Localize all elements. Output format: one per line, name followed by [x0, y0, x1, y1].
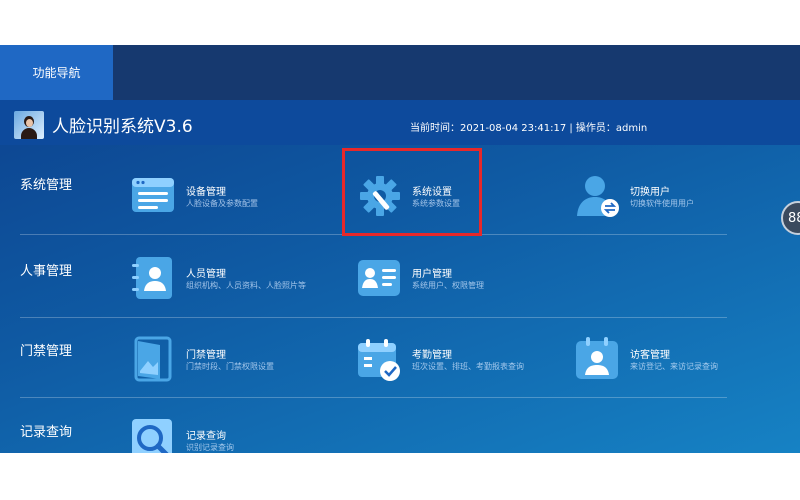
tile-device-management[interactable]: 设备管理 人脸设备及参数配置	[130, 172, 330, 222]
tile-title: 设备管理	[186, 187, 226, 198]
visitor-icon	[576, 337, 618, 379]
selection-highlight-box	[342, 148, 482, 236]
category-record-query: 记录查询	[20, 425, 73, 440]
tile-subtitle: 来访登记、来访记录查询	[630, 362, 718, 371]
app-window: 功能导航 人脸识别系统V3.6 当前时间：2021-08-04 23:41:17…	[0, 45, 800, 453]
tile-access-control[interactable]: 门禁管理 门禁时段、门禁权限设置	[130, 335, 330, 385]
attendance-calendar-icon	[358, 339, 400, 381]
contacts-icon	[132, 257, 172, 299]
tile-title: 人员管理	[186, 269, 226, 280]
divider	[20, 397, 727, 398]
tile-subtitle: 组织机构、人员资料、人脸照片等	[186, 281, 306, 290]
device-icon	[132, 178, 174, 212]
tile-subtitle: 识别记录查询	[186, 443, 234, 452]
tile-title: 访客管理	[630, 350, 670, 361]
tile-subtitle: 门禁时段、门禁权限设置	[186, 362, 274, 371]
tile-personnel-management[interactable]: 人员管理 组织机构、人员资料、人脸照片等	[130, 254, 330, 304]
id-card-icon	[358, 260, 400, 296]
category-system-management: 系统管理	[20, 178, 73, 193]
tile-title: 考勤管理	[412, 350, 452, 361]
tile-attendance-management[interactable]: 考勤管理 班次设置、排班、考勤报表查询	[356, 335, 556, 385]
tile-subtitle: 班次设置、排班、考勤报表查询	[412, 362, 524, 371]
system-title: 人脸识别系统V3.6	[52, 117, 193, 137]
app-header: 人脸识别系统V3.6 当前时间：2021-08-04 23:41:17 | 操作…	[0, 100, 800, 145]
tile-record-query[interactable]: 记录查询 识别记录查询	[130, 416, 330, 453]
face-logo-icon	[14, 111, 44, 139]
tile-visitor-management[interactable]: 访客管理 来访登记、来访记录查询	[574, 335, 774, 385]
tile-title: 切换用户	[630, 187, 670, 198]
status-bar-text: 当前时间：2021-08-04 23:41:17 | 操作员：admin	[410, 123, 648, 134]
tile-subtitle: 切换软件使用用户	[630, 199, 694, 208]
category-access-control: 门禁管理	[20, 344, 73, 359]
tile-title: 门禁管理	[186, 350, 226, 361]
tile-subtitle: 系统用户、权限管理	[412, 281, 484, 290]
tile-user-management[interactable]: 用户管理 系统用户、权限管理	[356, 254, 556, 304]
search-record-icon	[132, 419, 172, 453]
tile-title: 用户管理	[412, 269, 452, 280]
tab-function-nav[interactable]: 功能导航	[0, 45, 113, 100]
category-personnel-management: 人事管理	[20, 264, 73, 279]
switch-user-icon	[577, 176, 619, 217]
tile-switch-user[interactable]: 切换用户 切换软件使用用户	[574, 172, 774, 222]
tile-title: 记录查询	[186, 431, 226, 442]
tile-subtitle: 人脸设备及参数配置	[186, 199, 258, 208]
top-nav-bar: 功能导航	[0, 45, 800, 100]
divider	[20, 317, 727, 318]
door-icon	[134, 336, 172, 382]
